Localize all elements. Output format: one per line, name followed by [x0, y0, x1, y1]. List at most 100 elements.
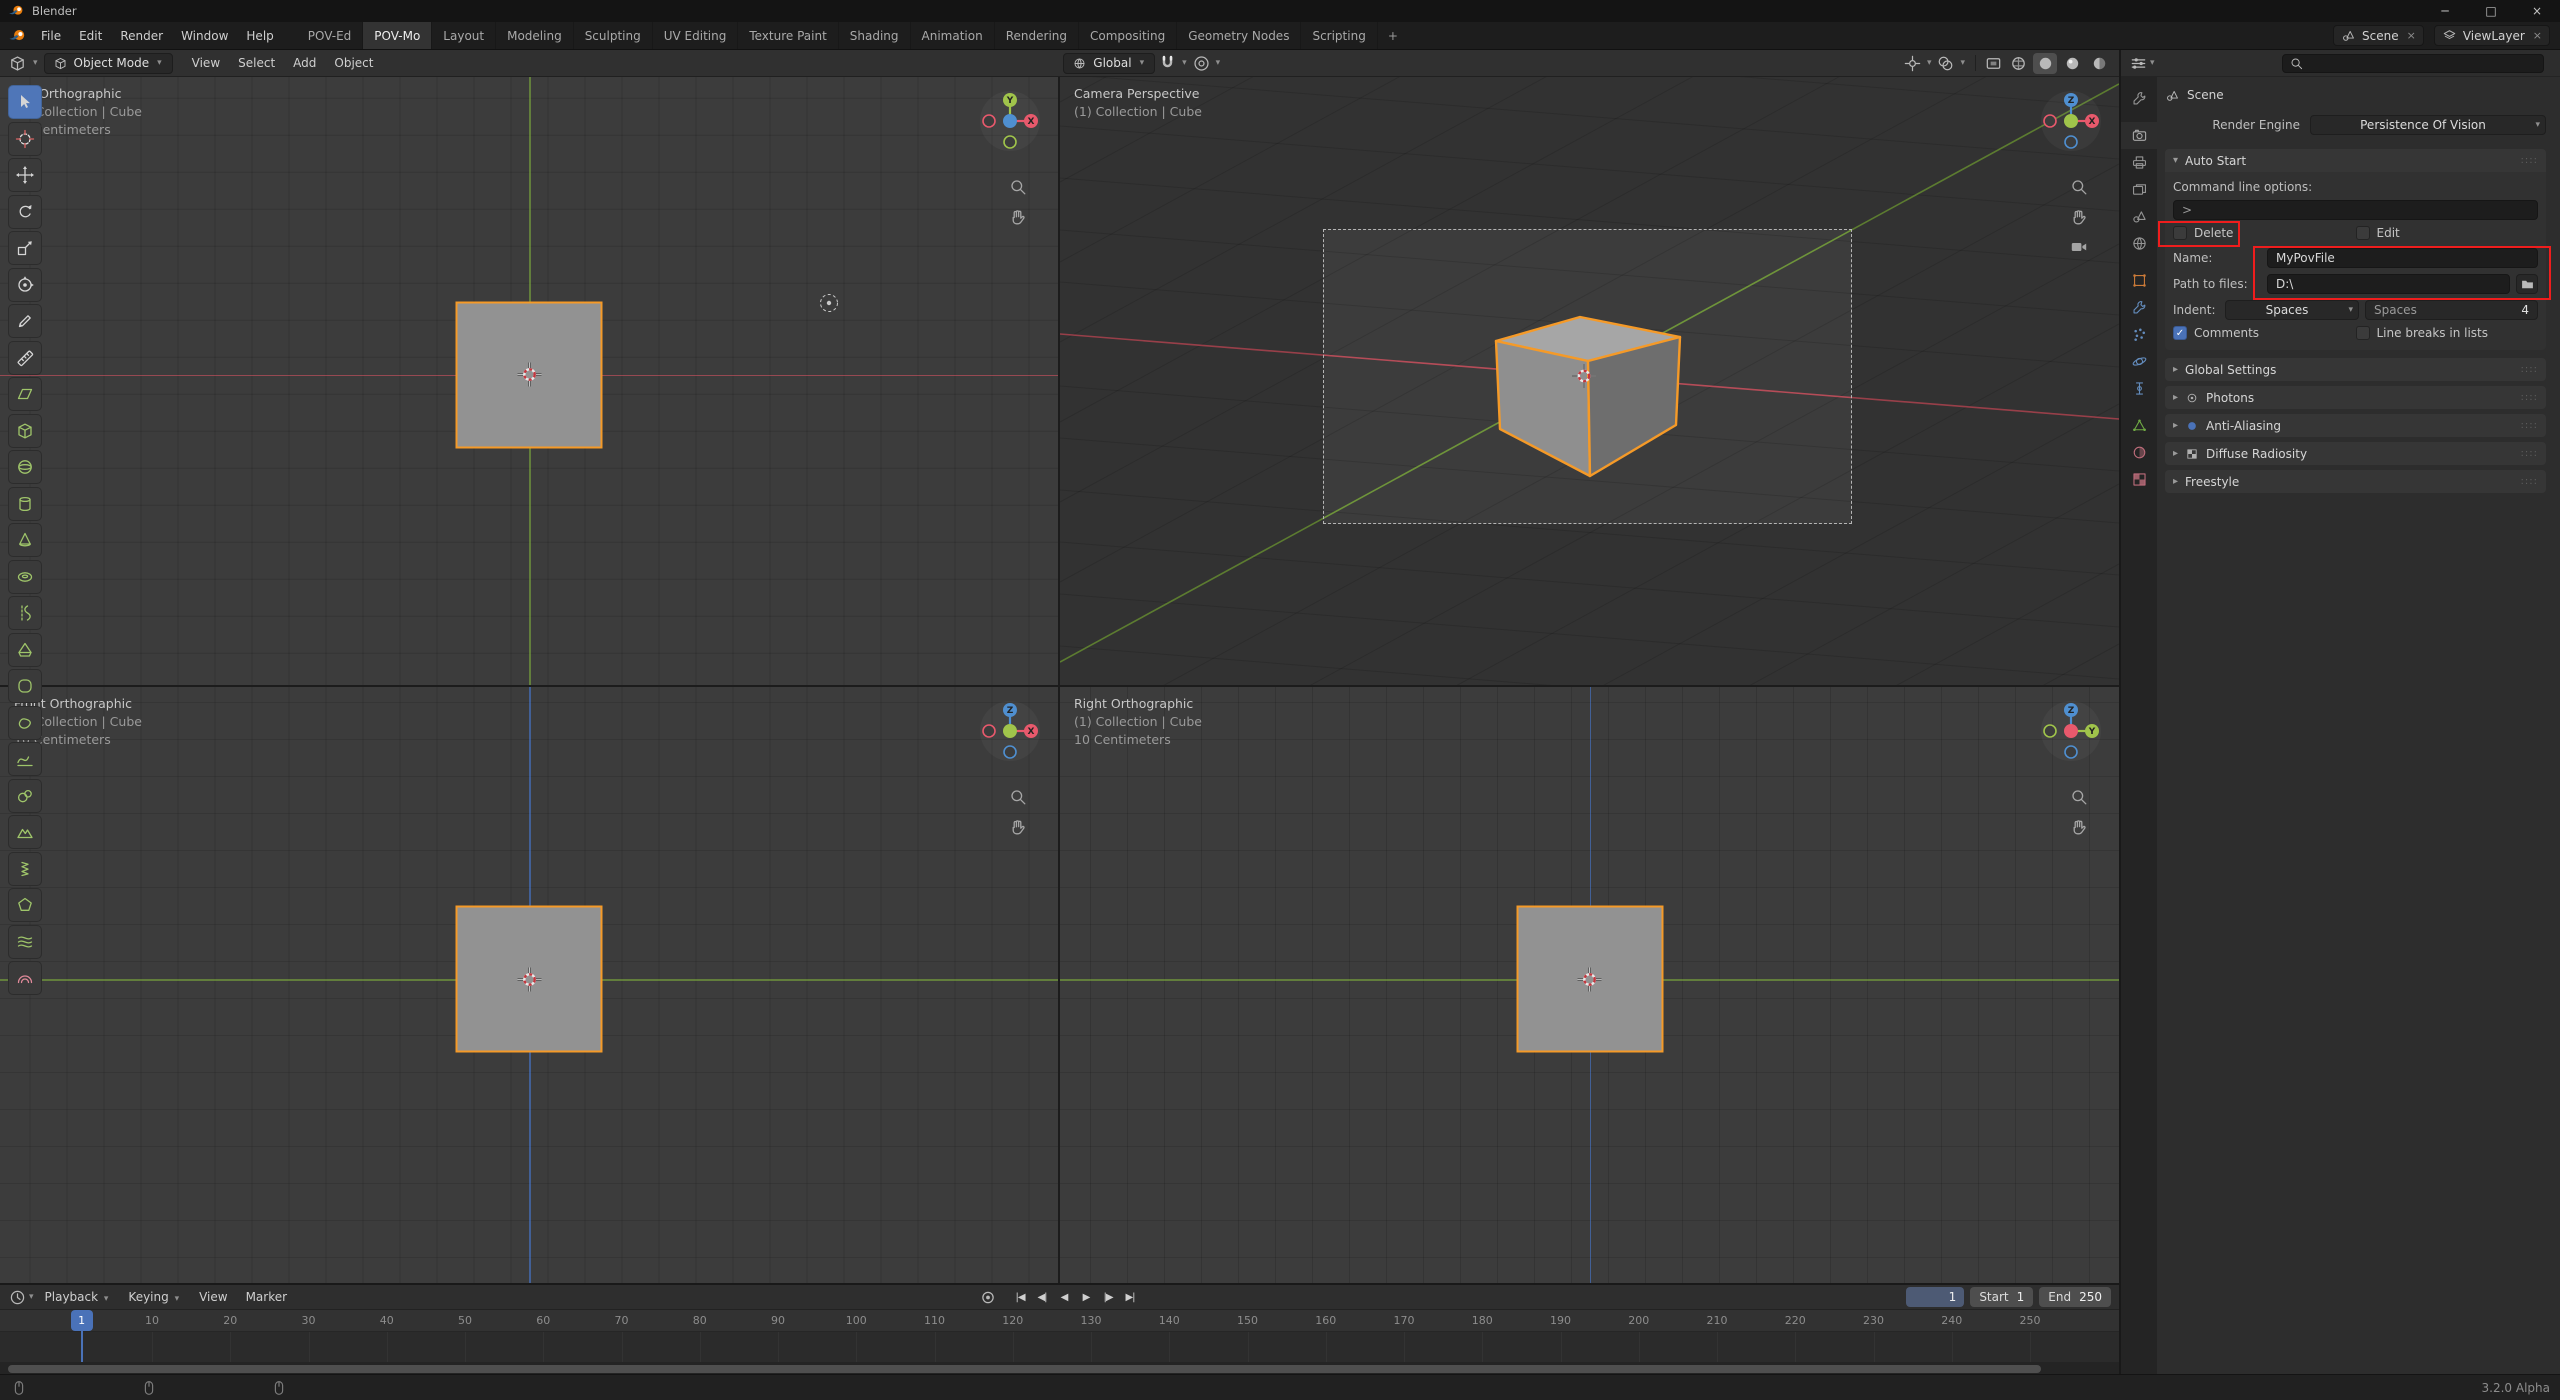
breadcrumb[interactable]: Scene — [2165, 85, 2546, 105]
playhead[interactable]: 1 — [71, 1310, 93, 1331]
properties-editor-icon[interactable] — [2129, 54, 2148, 73]
vp-menu-add[interactable]: Add — [284, 52, 325, 74]
timeline-menu-marker[interactable]: Marker — [237, 1286, 296, 1308]
workspace-tab-geometry-nodes[interactable]: Geometry Nodes — [1177, 22, 1301, 49]
workspace-tab-pov-ed[interactable]: POV-Ed — [297, 22, 364, 49]
line-breaks-checkbox[interactable]: Line breaks in lists — [2356, 326, 2539, 340]
viewport-right-orthographic[interactable]: Right Orthographic (1) Collection | Cube… — [1060, 687, 2119, 1283]
comments-checkbox[interactable]: ✓ Comments — [2173, 326, 2356, 340]
properties-tab-modifiers[interactable] — [2121, 294, 2157, 321]
zoom-icon[interactable] — [1008, 177, 1028, 197]
zoom-icon[interactable] — [2069, 177, 2089, 197]
workspace-tab-compositing[interactable]: Compositing — [1079, 22, 1177, 49]
xray-toggle-icon[interactable] — [1984, 54, 2003, 73]
pan-icon[interactable] — [1008, 817, 1028, 837]
tool-add-spring[interactable] — [8, 852, 42, 886]
panel-global-settings[interactable]: ▸Global Settings:::: — [2165, 358, 2546, 381]
tool-add-heightfield[interactable] — [8, 815, 42, 849]
workspace-tab-layout[interactable]: Layout — [432, 22, 496, 49]
viewport-front-orthographic[interactable]: Front Orthographic (1) Collection | Cube… — [0, 687, 1058, 1283]
timeline-menu-playback[interactable]: Playback ▾ — [36, 1286, 120, 1308]
timeline-menu-keying[interactable]: Keying ▾ — [119, 1286, 190, 1308]
vp-menu-object[interactable]: Object — [325, 52, 382, 74]
workspace-tab-sculpting[interactable]: Sculpting — [574, 22, 653, 49]
folder-browse-button[interactable] — [2516, 274, 2538, 294]
shading-material-button[interactable] — [2060, 53, 2084, 74]
workspace-tab-animation[interactable]: Animation — [911, 22, 995, 49]
workspace-tab-shading[interactable]: Shading — [839, 22, 911, 49]
mode-select[interactable]: Object Mode▾ — [44, 53, 173, 74]
vp-menu-select[interactable]: Select — [229, 52, 284, 74]
command-line-input[interactable]: > — [2173, 200, 2538, 220]
cube-object[interactable] — [1516, 906, 1663, 1053]
tool-add-blob[interactable] — [8, 779, 42, 813]
tool-transform[interactable] — [8, 268, 42, 302]
workspace-tab-rendering[interactable]: Rendering — [995, 22, 1079, 49]
shading-wireframe-button[interactable] — [2006, 53, 2030, 74]
timeline-editor-icon[interactable] — [8, 1288, 27, 1307]
tool-add-loft[interactable] — [8, 925, 42, 959]
remove-viewlayer-button[interactable]: × — [2533, 29, 2542, 42]
tool-add-lathe[interactable] — [8, 596, 42, 630]
menu-help[interactable]: Help — [237, 25, 282, 47]
frame-ruler[interactable]: 1020304050607080901001101201301401501601… — [0, 1310, 2119, 1332]
shading-solid-button[interactable] — [2033, 53, 2057, 74]
tool-add-isosurface[interactable] — [8, 706, 42, 740]
tool-add-plane[interactable] — [8, 377, 42, 411]
orientation-select[interactable]: Global▾ — [1063, 53, 1155, 74]
properties-tab-render[interactable] — [2121, 122, 2157, 149]
pan-icon[interactable] — [2069, 817, 2089, 837]
timeline-jump-end-button[interactable]: ▶| — [1119, 1287, 1141, 1307]
properties-tab-particles[interactable] — [2121, 321, 2157, 348]
viewport-top-orthographic[interactable]: Top Orthographic (1) Collection | Cube 1… — [0, 77, 1058, 685]
tool-add-sphere[interactable] — [8, 450, 42, 484]
properties-tab-tool[interactable] — [2121, 85, 2157, 112]
zoom-icon[interactable] — [1008, 787, 1028, 807]
timeline-play-button[interactable]: ▶ — [1075, 1287, 1097, 1307]
snap-toggle-icon[interactable] — [1158, 54, 1177, 73]
tool-add-cone[interactable] — [8, 523, 42, 557]
timeline-next-keyframe-button[interactable]: |▶ — [1097, 1287, 1119, 1307]
navigation-gizmo[interactable]: ZY — [2039, 699, 2103, 763]
properties-tab-scene[interactable] — [2121, 203, 2157, 230]
tool-measure[interactable] — [8, 341, 42, 375]
workspace-tab-modeling[interactable]: Modeling — [496, 22, 574, 49]
workspace-tab-uv-editing[interactable]: UV Editing — [653, 22, 739, 49]
pan-icon[interactable] — [1008, 207, 1028, 227]
properties-tab-view-layer[interactable] — [2121, 176, 2157, 203]
close-button[interactable]: × — [2514, 0, 2560, 22]
tool-add-polygon[interactable] — [8, 888, 42, 922]
properties-tab-constraints[interactable] — [2121, 375, 2157, 402]
tool-rotate[interactable] — [8, 195, 42, 229]
viewlayer-selector[interactable]: ViewLayer × — [2434, 25, 2550, 46]
timeline-jump-start-button[interactable]: |◀ — [1009, 1287, 1031, 1307]
scrollbar-thumb[interactable] — [8, 1365, 2041, 1373]
light-object[interactable] — [816, 290, 842, 316]
zoom-icon[interactable] — [2069, 787, 2089, 807]
tool-add-superellipsoid[interactable] — [8, 669, 42, 703]
overlays-toggle-icon[interactable] — [1936, 54, 1955, 73]
cube-object[interactable] — [1494, 315, 1684, 480]
path-input[interactable]: D:\ — [2267, 274, 2510, 294]
cube-object[interactable] — [456, 301, 603, 448]
properties-tab-object-data[interactable] — [2121, 412, 2157, 439]
properties-search-input[interactable] — [2282, 54, 2544, 73]
timeline-play-reverse-button[interactable]: ◀ — [1053, 1287, 1075, 1307]
end-frame-field[interactable]: End 250 — [2039, 1287, 2111, 1307]
auto-keying-icon[interactable] — [978, 1288, 997, 1307]
editor-type-icon[interactable] — [8, 54, 27, 73]
navigation-gizmo[interactable]: YX — [978, 89, 1042, 153]
menu-render[interactable]: Render — [111, 25, 172, 47]
menu-file[interactable]: File — [32, 25, 70, 47]
unlink-scene-button[interactable]: × — [2407, 29, 2416, 42]
tool-scale[interactable] — [8, 231, 42, 265]
tool-add-parametric[interactable] — [8, 742, 42, 776]
vp-menu-view[interactable]: View — [183, 52, 229, 74]
indent-size-field[interactable]: Spaces 4 — [2365, 300, 2538, 320]
render-engine-select[interactable]: Persistence Of Vision ▾ — [2310, 115, 2546, 135]
tool-move[interactable] — [8, 158, 42, 192]
tool-add-rainbow[interactable] — [8, 961, 42, 995]
timeline-menu-view[interactable]: View — [190, 1286, 236, 1308]
blender-menu-icon[interactable] — [8, 27, 26, 45]
edit-checkbox[interactable]: Edit — [2356, 226, 2539, 240]
